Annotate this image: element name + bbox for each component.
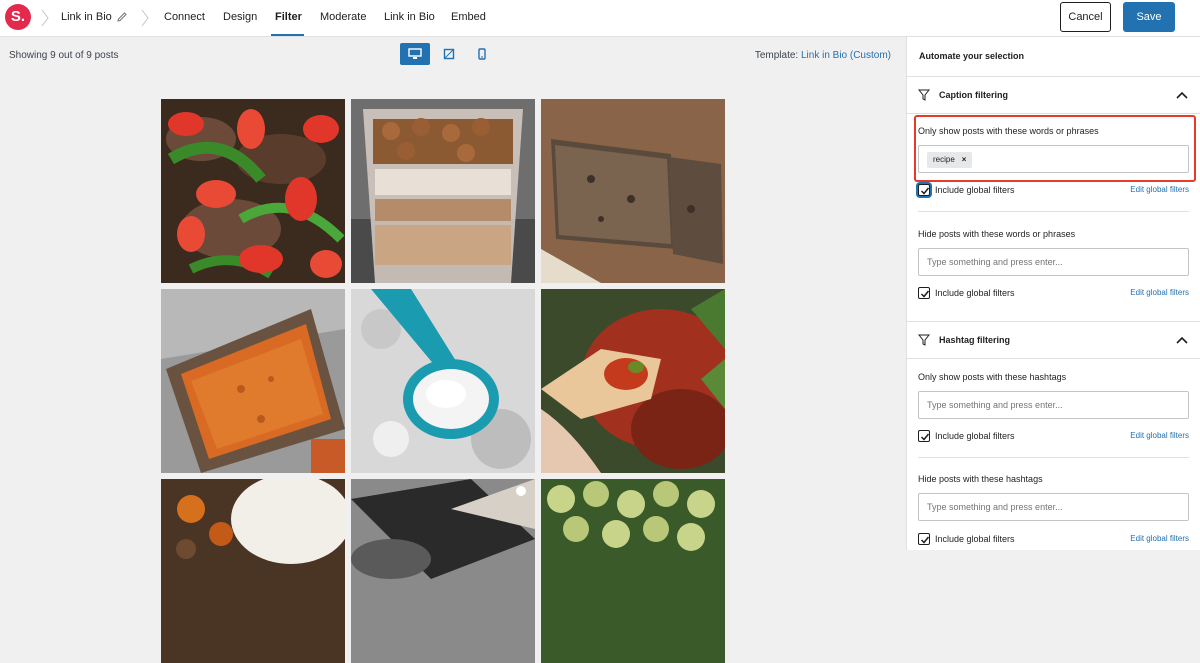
desktop-icon	[408, 48, 422, 59]
breadcrumb-feed-name[interactable]: Link in Bio	[61, 11, 112, 23]
include-global-checkbox[interactable]	[918, 430, 930, 442]
caption-show-global-row: Include global filters Edit global filte…	[918, 184, 1189, 198]
tab-moderate[interactable]: Moderate	[320, 11, 366, 23]
post-image[interactable]	[351, 479, 535, 663]
chevron-up-icon[interactable]	[1176, 90, 1188, 100]
chevron-right-icon	[41, 9, 49, 27]
include-global-label: Include global filters	[935, 185, 1015, 195]
include-global-checkbox[interactable]	[918, 184, 930, 196]
edit-global-filters-link[interactable]: Edit global filters	[1130, 288, 1189, 297]
tab-link-in-bio[interactable]: Link in Bio	[384, 11, 435, 23]
post-image[interactable]	[541, 479, 725, 663]
edit-global-filters-link[interactable]: Edit global filters	[1130, 431, 1189, 440]
caption-hide-global-row: Include global filters Edit global filte…	[918, 287, 1189, 301]
checkmark-icon	[920, 433, 930, 441]
hashtag-hide-global-row: Include global filters Edit global filte…	[918, 533, 1189, 547]
include-global-label: Include global filters	[935, 288, 1015, 298]
feed-preview: Showing 9 out of 9 posts Template: Link …	[0, 37, 906, 663]
mobile-view-button[interactable]	[467, 43, 497, 65]
active-tab-indicator	[271, 34, 304, 36]
tab-embed[interactable]: Embed	[451, 11, 486, 23]
divider	[918, 211, 1189, 212]
post-image[interactable]	[161, 479, 345, 663]
post-image[interactable]	[541, 99, 725, 283]
hashtag-show-input[interactable]: Type something and press enter...	[918, 391, 1189, 419]
sidebar-title: Automate your selection	[919, 51, 1025, 61]
hashtag-filtering-header[interactable]: Hashtag filtering	[907, 321, 1200, 359]
filter-icon	[918, 334, 930, 346]
post-image[interactable]	[541, 289, 725, 473]
save-button[interactable]: Save	[1123, 2, 1175, 32]
post-image[interactable]	[161, 289, 345, 473]
tab-filter[interactable]: Filter	[275, 11, 302, 23]
caption-hide-label: Hide posts with these words or phrases	[918, 229, 1076, 239]
checkmark-icon	[920, 187, 930, 195]
template-info: Template: Link in Bio (Custom)	[755, 50, 891, 61]
edit-global-filters-link[interactable]: Edit global filters	[1130, 185, 1189, 194]
edit-global-filters-link[interactable]: Edit global filters	[1130, 534, 1189, 543]
filter-icon	[918, 89, 930, 101]
post-image[interactable]	[351, 289, 535, 473]
tab-design[interactable]: Design	[223, 11, 257, 23]
hashtag-show-global-row: Include global filters Edit global filte…	[918, 430, 1189, 444]
include-global-checkbox[interactable]	[918, 287, 930, 299]
chevron-up-icon[interactable]	[1176, 335, 1188, 345]
post-grid	[161, 99, 725, 663]
top-bar: S. Link in Bio Connect Design Filter Mod…	[0, 0, 1200, 37]
mobile-icon	[478, 48, 486, 60]
filter-sidebar: Automate your selection Caption filterin…	[906, 37, 1200, 550]
caption-filtering-header[interactable]: Caption filtering	[907, 76, 1200, 114]
checkmark-icon	[920, 290, 930, 298]
tablet-view-button[interactable]	[434, 43, 464, 65]
desktop-view-button[interactable]	[400, 43, 430, 65]
tablet-icon	[443, 48, 455, 60]
divider	[918, 457, 1189, 458]
template-label: Template:	[754, 50, 799, 61]
include-global-checkbox[interactable]	[918, 533, 930, 545]
post-image[interactable]	[351, 99, 535, 283]
hashtag-hide-label: Hide posts with these hashtags	[918, 474, 1043, 484]
chevron-right-icon	[141, 9, 149, 27]
cancel-button[interactable]: Cancel	[1060, 2, 1111, 32]
hashtag-show-label: Only show posts with these hashtags	[918, 372, 1067, 382]
caption-filtering-title: Caption filtering	[939, 90, 1008, 100]
caption-hide-input[interactable]: Type something and press enter...	[918, 248, 1189, 276]
tab-connect[interactable]: Connect	[164, 11, 205, 23]
template-link[interactable]: Link in Bio (Custom)	[801, 50, 891, 61]
app-logo[interactable]: S.	[5, 4, 31, 30]
include-global-label: Include global filters	[935, 431, 1015, 441]
pencil-icon[interactable]	[116, 11, 128, 23]
hashtag-filtering-title: Hashtag filtering	[939, 335, 1011, 345]
post-image[interactable]	[161, 99, 345, 283]
checkmark-icon	[920, 536, 930, 544]
highlight-annotation	[914, 115, 1196, 182]
include-global-label: Include global filters	[935, 534, 1015, 544]
post-count-text: Showing 9 out of 9 posts	[9, 50, 119, 61]
hashtag-hide-input[interactable]: Type something and press enter...	[918, 493, 1189, 521]
